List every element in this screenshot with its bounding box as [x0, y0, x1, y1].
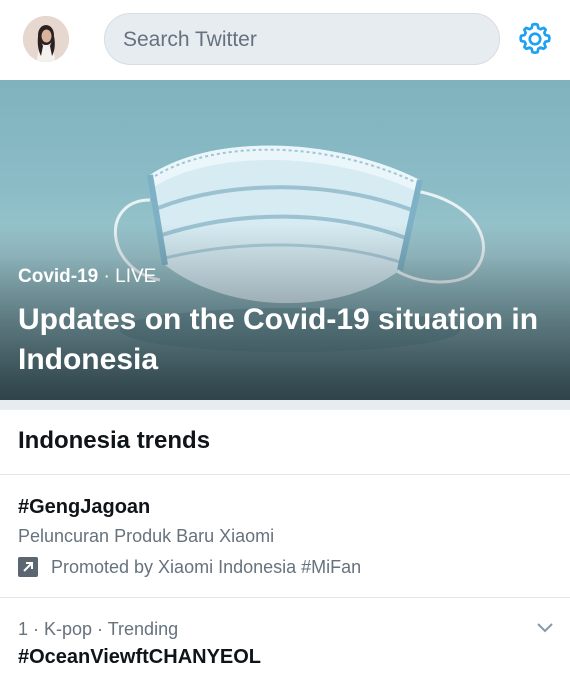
section-separator — [0, 400, 570, 410]
top-bar: Search Twitter — [0, 0, 570, 80]
trend-name[interactable]: #GengJagoan — [18, 496, 150, 519]
event-title: Updates on the Covid-19 situation in Ind… — [18, 303, 539, 376]
search-input[interactable]: Search Twitter — [104, 13, 500, 65]
event-meta: Covid-19 · LIVE — [18, 266, 156, 288]
trends-heading: Indonesia trends — [18, 427, 211, 454]
chevron-down-icon[interactable] — [536, 620, 554, 634]
divider — [0, 597, 570, 598]
avatar[interactable] — [23, 16, 69, 62]
featured-event-card[interactable]: Covid-19 · LIVE Updates on the Covid-19 … — [0, 80, 570, 400]
trend-name[interactable]: #OceanViewftCHANYEOL — [18, 646, 261, 669]
trend-description: Peluncuran Produk Baru Xiaomi — [18, 526, 275, 546]
event-status: LIVE — [115, 266, 157, 287]
trend-context: 1 · K-pop · Trending — [18, 619, 179, 639]
gear-icon[interactable] — [516, 20, 554, 58]
promoted-by-label: Promoted by Xiaomi Indonesia #MiFan — [51, 557, 362, 577]
promoted-arrow-icon — [18, 557, 38, 577]
search-placeholder: Search Twitter — [123, 28, 257, 51]
event-separator: · — [98, 266, 116, 287]
event-category: Covid-19 — [18, 266, 99, 287]
divider — [0, 474, 570, 475]
